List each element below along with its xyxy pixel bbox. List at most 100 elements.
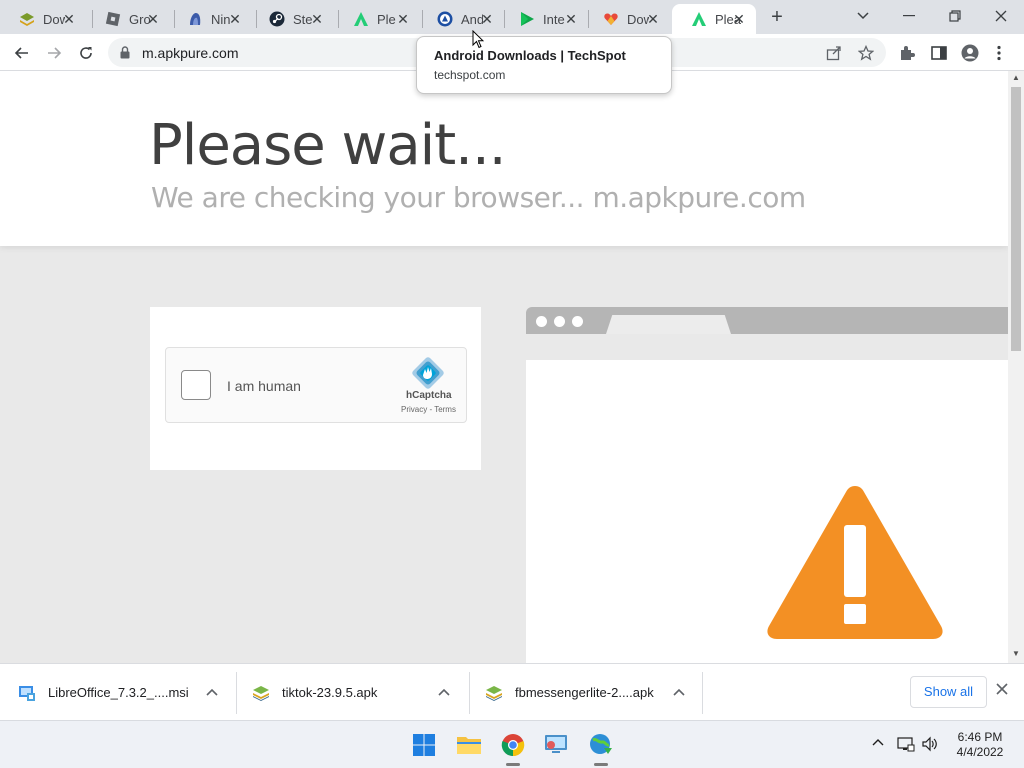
windows-start-icon[interactable]	[411, 732, 437, 758]
illustration-tab	[606, 315, 731, 334]
app-active-indicator	[594, 763, 608, 766]
close-tab-icon[interactable]: ✕	[60, 10, 78, 28]
close-tab-icon[interactable]: ✕	[730, 10, 748, 28]
download-item[interactable]: LibreOffice_7.3.2_....msi	[18, 664, 236, 721]
network-icon[interactable]	[897, 736, 915, 755]
close-tab-icon[interactable]: ✕	[308, 10, 326, 28]
show-all-button[interactable]: Show all	[910, 676, 987, 708]
volume-icon[interactable]	[921, 736, 939, 755]
download-item[interactable]: tiktok-23.9.5.apk	[252, 664, 470, 721]
tab-plea-active[interactable]: Plea ✕	[672, 4, 756, 34]
chrome-icon[interactable]	[500, 732, 526, 758]
clock-time: 6:46 PM	[957, 730, 1003, 744]
lock-icon[interactable]	[120, 46, 130, 64]
msi-installer-icon	[18, 684, 36, 702]
tab-nin[interactable]: Nin ✕	[168, 4, 252, 34]
page-title: Please wait...	[149, 113, 507, 178]
browser-warning-illustration	[526, 307, 1008, 663]
extensions-icon[interactable]	[898, 44, 916, 62]
tab-dow-1[interactable]: Dow ✕	[0, 4, 86, 34]
heart-icon	[602, 10, 620, 28]
forward-button[interactable]	[41, 40, 67, 66]
close-tab-icon[interactable]: ✕	[226, 10, 244, 28]
illustration-dot	[572, 316, 583, 327]
download-filename: tiktok-23.9.5.apk	[282, 685, 378, 700]
globe-download-icon[interactable]	[588, 732, 614, 758]
hover-card-domain: techspot.com	[434, 68, 506, 82]
illustration-addressbar	[526, 334, 1008, 360]
close-shelf-icon[interactable]	[996, 682, 1008, 700]
page-subtitle: We are checking your browser... m.apkpur…	[151, 181, 806, 214]
back-button[interactable]	[9, 40, 35, 66]
close-tab-icon[interactable]: ✕	[562, 10, 580, 28]
chevron-up-icon[interactable]	[206, 685, 218, 699]
mouse-cursor-icon	[472, 29, 485, 54]
captcha-checkbox[interactable]	[181, 370, 211, 400]
windows-taskbar: 6:46 PM 4/4/2022	[0, 720, 1024, 768]
hcaptcha-privacy-terms-link[interactable]: Privacy - Terms	[401, 405, 456, 414]
apkpure-icon	[690, 10, 708, 28]
captcha-label: I am human	[227, 378, 301, 394]
illustration-dot	[554, 316, 565, 327]
bookmark-star-icon[interactable]	[857, 44, 875, 61]
scroll-down-arrow-icon[interactable]: ▼	[1008, 647, 1024, 661]
tab-strip: Dow ✕ Gro ✕ Nin ✕ Ste ✕ Ple ✕ And ✕ Inte…	[0, 0, 1024, 34]
tab-search-icon[interactable]	[846, 4, 880, 28]
system-clock[interactable]: 6:46 PM 4/4/2022	[948, 730, 1012, 760]
tab-ste[interactable]: Ste ✕	[250, 4, 334, 34]
scroll-up-arrow-icon[interactable]: ▲	[1008, 71, 1024, 85]
chrome-active-indicator	[506, 763, 520, 766]
close-tab-icon[interactable]: ✕	[394, 10, 412, 28]
download-filename: fbmessengerlite-2....apk	[515, 685, 654, 700]
apk-package-icon	[485, 684, 503, 702]
warning-triangle-icon	[764, 480, 946, 647]
reload-button[interactable]	[73, 40, 99, 66]
show-hidden-icons-chevron-icon[interactable]	[871, 736, 885, 750]
close-tab-icon[interactable]: ✕	[644, 10, 662, 28]
hover-card-title: Android Downloads | TechSpot	[434, 48, 626, 63]
file-explorer-icon[interactable]	[456, 732, 482, 758]
url-text: m.apkpure.com	[142, 45, 239, 61]
illustration-titlebar	[526, 307, 1008, 334]
shelf-separator	[702, 672, 703, 714]
chevron-up-icon[interactable]	[673, 685, 685, 699]
close-window-button[interactable]	[984, 4, 1018, 28]
web-page-content: Please wait... We are checking your brow…	[0, 71, 1008, 663]
network-app-icon[interactable]	[543, 732, 569, 758]
restore-button[interactable]	[938, 4, 972, 28]
profile-avatar-icon[interactable]	[961, 44, 979, 62]
play-icon	[518, 10, 536, 28]
layers-icon	[18, 10, 36, 28]
shelf-separator	[469, 672, 470, 714]
captcha-card: I am human hCaptcha Privacy - Terms	[150, 307, 481, 470]
new-tab-button[interactable]: +	[765, 7, 789, 27]
close-tab-icon[interactable]: ✕	[144, 10, 162, 28]
hcaptcha-widget[interactable]: I am human hCaptcha Privacy - Terms	[165, 347, 467, 423]
steam-icon	[268, 10, 286, 28]
tab-hover-card: Android Downloads | TechSpot techspot.co…	[416, 36, 672, 94]
minimize-button[interactable]	[892, 4, 926, 28]
page-scrollbar[interactable]: ▲ ▼	[1008, 71, 1024, 663]
download-shelf: LibreOffice_7.3.2_....msi tiktok-23.9.5.…	[0, 663, 1024, 720]
shelf-separator	[236, 672, 237, 714]
tab-inte[interactable]: Inte ✕	[500, 4, 588, 34]
tab-and[interactable]: And ✕	[418, 4, 504, 34]
illustration-dot	[536, 316, 547, 327]
side-panel-icon[interactable]	[930, 44, 948, 62]
hcaptcha-logo-icon	[412, 357, 444, 394]
techspot-icon	[436, 10, 454, 28]
tab-gro[interactable]: Gro ✕	[86, 4, 170, 34]
scrollbar-thumb[interactable]	[1011, 87, 1021, 351]
chevron-up-icon[interactable]	[438, 685, 450, 699]
apk-package-icon	[252, 684, 270, 702]
tab-ple-1[interactable]: Ple ✕	[334, 4, 420, 34]
tab-dow-2[interactable]: Dow ✕	[584, 4, 670, 34]
ninite-icon	[186, 10, 204, 28]
share-icon[interactable]	[826, 45, 842, 61]
hcaptcha-brand: hCaptcha	[406, 390, 452, 401]
close-tab-icon[interactable]: ✕	[478, 10, 496, 28]
hero-banner: Please wait... We are checking your brow…	[0, 71, 1008, 246]
clock-date: 4/4/2022	[956, 745, 1004, 759]
download-item[interactable]: fbmessengerlite-2....apk	[485, 664, 703, 721]
menu-kebab-icon[interactable]	[996, 44, 1014, 62]
